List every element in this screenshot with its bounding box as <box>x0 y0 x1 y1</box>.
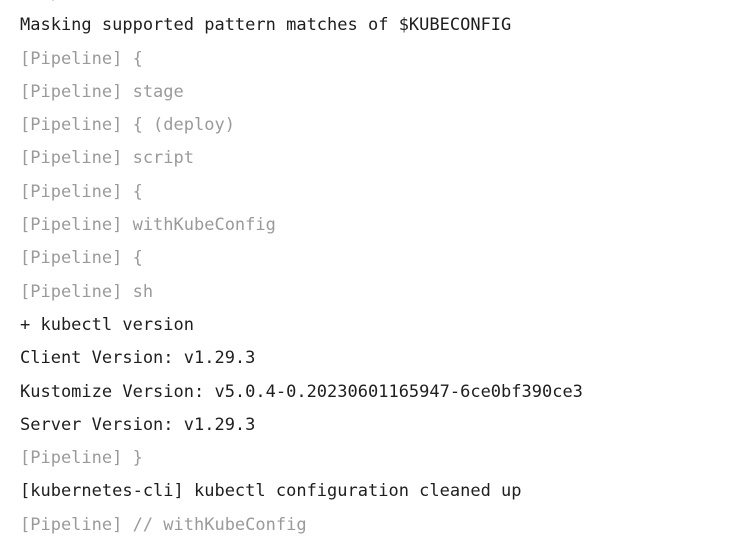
console-line-pipeline: [Pipeline] } <box>20 448 143 469</box>
console-line: Masking supported pattern matches of $KU… <box>20 15 512 36</box>
console-line: Client Version: v1.29.3 <box>20 348 256 369</box>
console-line-pipeline: [Pipeline] script <box>20 148 194 169</box>
console-line-list: [Pipeline] withCredentials (KUBECONFIG) … <box>20 0 583 541</box>
console-line-pipeline: [Pipeline] { <box>20 48 143 69</box>
console-line-pipeline: [Pipeline] { (deploy) <box>20 115 235 136</box>
console-line-pipeline: [Pipeline] stage <box>20 81 184 102</box>
console-line: + kubectl version <box>20 314 194 335</box>
console-line-pipeline: [Pipeline] sh <box>20 281 154 302</box>
console-output: [Pipeline] withCredentials (KUBECONFIG) … <box>0 0 736 541</box>
console-line: Server Version: v1.29.3 <box>20 414 256 435</box>
console-line-pipeline: [Pipeline] { <box>20 181 143 202</box>
console-line-pipeline: [Pipeline] withKubeConfig <box>20 215 276 236</box>
console-line-pipeline: [Pipeline] // withKubeConfig <box>20 514 307 535</box>
console-line: [Pipeline] withCredentials (KUBECONFIG) <box>20 0 583 9</box>
console-line: [kubernetes-cli] kubectl configuration c… <box>20 481 522 502</box>
console-line-pipeline: [Pipeline] { <box>20 248 143 269</box>
console-line: Kustomize Version: v5.0.4-0.202306011659… <box>20 381 583 402</box>
